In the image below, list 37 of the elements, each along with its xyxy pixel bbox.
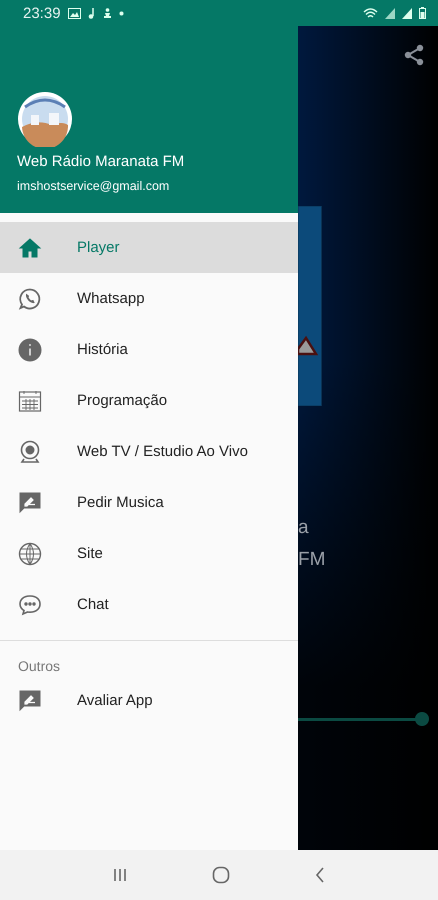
menu-item[interactable]: Pedir Musica (0, 477, 298, 528)
chat-bubble-icon (18, 592, 42, 616)
wifi-icon (363, 8, 378, 18)
image-icon (68, 8, 81, 18)
menu-item[interactable]: História (0, 324, 298, 375)
menu-item[interactable]: Site (0, 528, 298, 579)
info-icon (18, 338, 42, 362)
section-title: Outros (17, 657, 62, 675)
menu-item[interactable]: Web TV / Estudio Ao Vivo (0, 426, 298, 477)
recent-apps-icon[interactable] (112, 867, 128, 883)
feedback-icon (18, 490, 42, 514)
station-text: FM (298, 548, 326, 572)
station-name: Web Rádio Maranata FM (17, 153, 186, 170)
menu-item[interactable]: Chat (0, 579, 298, 630)
menu-item[interactable]: Programação (0, 375, 298, 426)
home-icon (18, 236, 42, 260)
menu-item[interactable]: Player (0, 222, 298, 273)
status-time: 23:39 (23, 4, 61, 22)
share-icon[interactable] (404, 44, 424, 66)
globe-icon (18, 542, 42, 566)
phone-bubble-icon (18, 286, 42, 310)
figure-icon (102, 8, 112, 18)
feedback-icon (18, 688, 42, 712)
dot-icon (118, 10, 124, 16)
back-icon[interactable] (314, 866, 326, 884)
signal-icon (385, 8, 395, 18)
calendar-icon (18, 388, 42, 412)
signal-icon (402, 8, 412, 18)
webcam-icon (18, 440, 42, 464)
volume-slider[interactable] (298, 712, 428, 726)
station-text: a (298, 516, 310, 540)
music-note-icon (88, 8, 96, 18)
battery-icon (419, 7, 426, 19)
email-text: imshostservice@gmail.com (17, 179, 170, 193)
menu-item[interactable]: Avaliar App (0, 675, 298, 726)
home-button-icon[interactable] (212, 866, 230, 884)
menu-item[interactable]: Whatsapp (0, 273, 298, 324)
